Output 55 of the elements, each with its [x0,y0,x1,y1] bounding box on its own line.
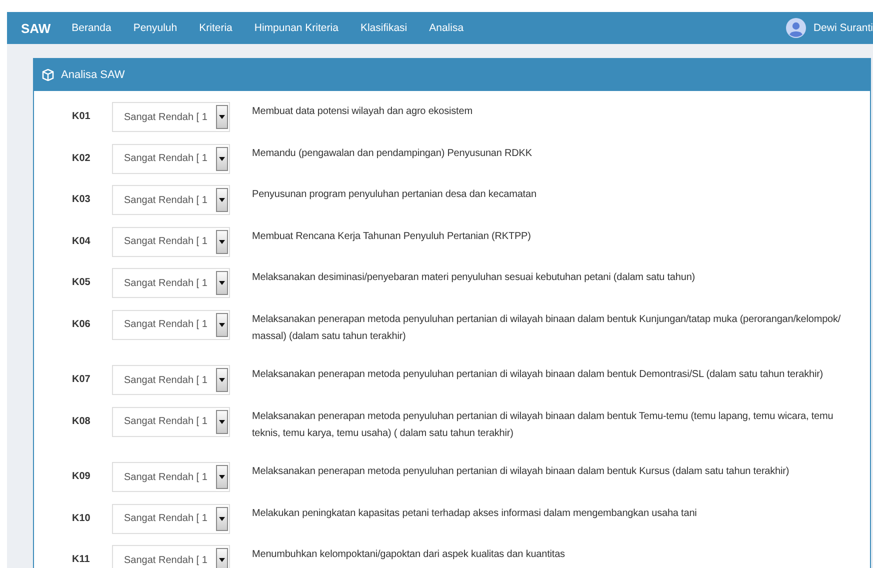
rating-select[interactable]: Sangat Rendah [ 1 [112,144,230,174]
cube-icon [42,69,54,81]
rating-select[interactable]: Sangat Rendah [ 1 [112,545,230,568]
nav-link[interactable]: Kriteria [199,22,232,34]
rating-select[interactable]: Sangat Rendah [ 1 [112,226,230,256]
criteria-description: Membuat data potensi wilayah dan agro ekosistem [252,105,474,119]
rating-select[interactable]: Sangat Rendah [ 1 [112,462,230,492]
caret-icon [219,281,225,285]
rating-select[interactable]: Sangat Rendah [ 1 [112,504,230,534]
rating-select[interactable]: Sangat Rendah [ 1 [112,268,230,298]
user-name[interactable]: Dewi Suranti [813,22,873,34]
caret-icon [219,156,225,160]
criteria-code: K05 [71,276,92,290]
criteria-description: Penyusunan program penyuluhan pertanian desa dan kecamatan [252,188,538,202]
criteria-description: Membuat Rencana Kerja Tahunan Penyuluh Pertanian (RKTPP) [252,230,532,244]
criteria-code: K10 [71,512,92,526]
caret-icon [219,198,225,202]
nav-link[interactable]: Himpunan Kriteria [254,22,338,34]
caret-icon [219,378,225,382]
criteria-code: K01 [71,110,92,124]
caret-icon [219,240,225,244]
criteria-description: Melaksanakan penerapan metoda penyuluhan pertanian di wilayah binaan dalam bentuk Demontrasi/SL (dalam satu tahun terakhir) [252,368,824,382]
rating-select[interactable]: Sangat Rendah [ 1 [112,310,230,340]
criteria-code: K06 [71,318,92,332]
rating-select[interactable]: Sangat Rendah [ 1 [112,102,230,132]
user-avatar-icon [786,18,806,38]
criteria-code: K07 [71,373,92,387]
criteria-description: Menumbuhkan kelompoktani/gapoktan dari aspek kualitas dan kuantitas [252,548,566,562]
criteria-code: K04 [71,234,92,248]
nav-link[interactable]: Analisa [429,22,464,34]
criteria-description: Melaksanakan penerapan metoda penyuluhan pertanian di wilayah binaan dalam bentuk Kunjungan/tatap muka (perorangan/kelompok/ massal) (dalam satu tahun terakhir) [252,312,842,344]
criteria-description: Melaksanakan penerapan metoda penyuluhan pertanian di wilayah binaan dalam bentuk Kursus (dalam satu tahun terakhir) [252,465,790,479]
caret-icon [219,420,225,424]
criteria-description: Memandu (pengawalan dan pendampingan) Penyusunan RDKK [252,146,533,160]
criteria-description: Melakukan peningkatan kapasitas petani terhadap akses informasi dalam mengembangkan usaha tani [252,506,698,520]
nav-link[interactable]: Klasifikasi [360,22,408,34]
caret-icon [219,475,225,479]
brand-logo[interactable]: SAW [21,20,51,36]
caret-icon [219,115,225,119]
criteria-code: K02 [71,152,92,166]
rating-select[interactable]: Sangat Rendah [ 1 [112,365,230,395]
criteria-description: Melaksanakan penerapan metoda penyuluhan pertanian di wilayah binaan dalam bentuk Temu-temu (temu lapang, temu wicara, temu teknis, temu karya, temu usaha) ( dalam satu tahun terakhir) [252,410,834,440]
caret-icon [219,516,225,520]
criteria-code: K03 [71,193,92,207]
panel-title: Analisa SAW [61,69,125,81]
rating-select[interactable]: Sangat Rendah [ 1 [112,185,230,215]
caret-icon [219,558,225,562]
nav-link[interactable]: Penyuluh [133,22,178,34]
criteria-description: Melaksanakan desiminasi/penyebaran materi penyuluhan sesuai kebutuhan petani (dalam satu tahun) [252,271,696,285]
rating-select[interactable]: Sangat Rendah [ 1 [112,406,230,436]
caret-icon [219,322,225,326]
criteria-code: K11 [71,553,91,567]
criteria-code: K08 [71,414,92,428]
nav-link[interactable]: Beranda [72,22,112,34]
criteria-code: K09 [71,470,92,484]
